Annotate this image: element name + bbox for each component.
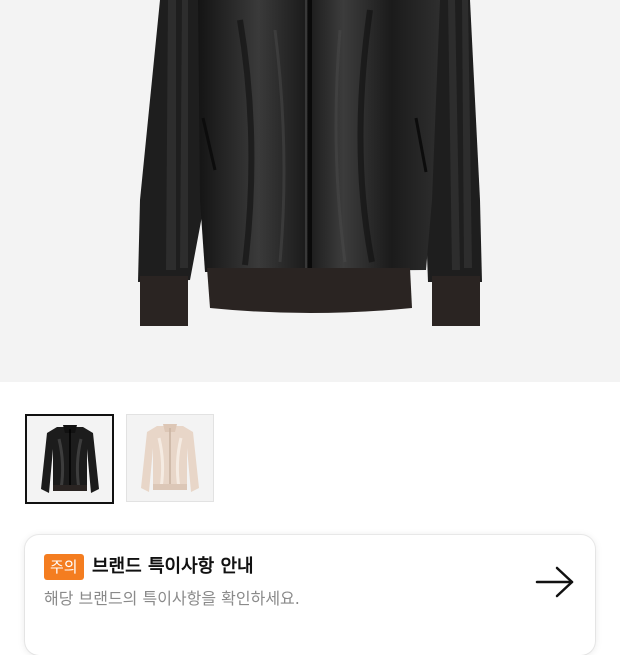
brand-notice-title: 브랜드 특이사항 안내: [92, 556, 254, 577]
beige-track-jacket-thumb: [141, 424, 199, 492]
black-track-jacket-image: [138, 0, 482, 326]
thumbnail-beige-jacket[interactable]: [126, 414, 214, 502]
black-track-jacket-thumb: [40, 425, 99, 493]
arrow-right-icon[interactable]: [535, 565, 575, 599]
brand-notice-description: 해당 브랜드의 특이사항을 확인하세요.: [44, 589, 300, 608]
brand-notice-card[interactable]: 주의 브랜드 특이사항 안내 해당 브랜드의 특이사항을 확인하세요.: [25, 535, 595, 655]
thumbnail-black-jacket[interactable]: [25, 414, 114, 504]
thumbnail-strip: [25, 414, 214, 504]
product-main-image: [0, 0, 620, 382]
caution-badge: 주의: [44, 554, 84, 580]
